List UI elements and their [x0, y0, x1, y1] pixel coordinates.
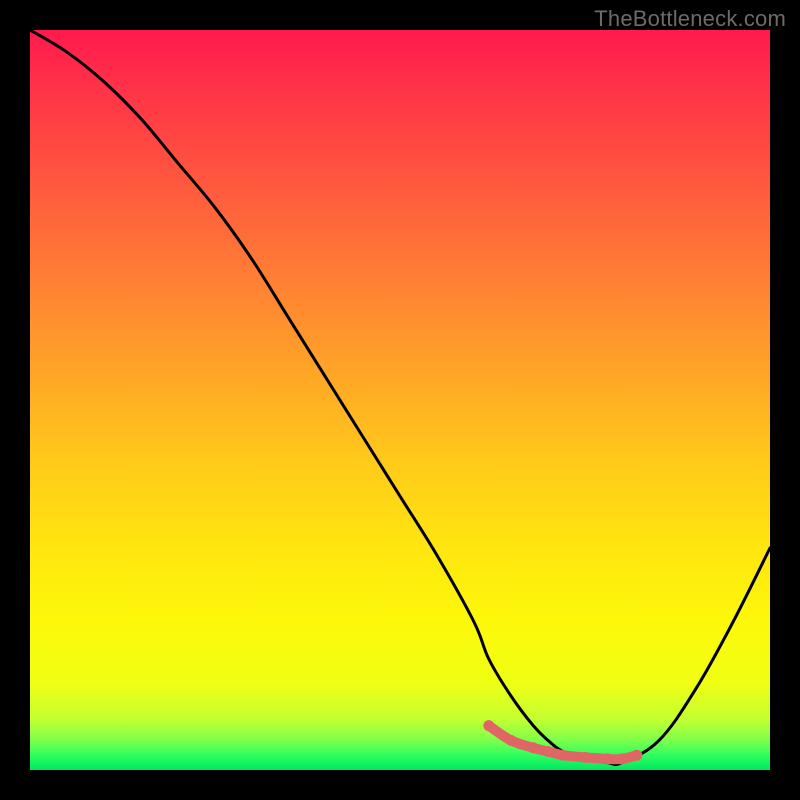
optimal-band-dot [528, 742, 539, 753]
bottleneck-curve [30, 30, 770, 765]
optimal-band-dots [483, 720, 642, 764]
chart-canvas [30, 30, 770, 770]
optimal-band-dot [483, 720, 494, 731]
chart-svg [30, 30, 770, 770]
optimal-band-dot [506, 735, 517, 746]
optimal-band-dot [543, 746, 554, 757]
optimal-band-dot [631, 750, 642, 761]
optimal-band-dot [617, 753, 628, 764]
optimal-band-dot [580, 752, 591, 763]
optimal-band-dot [602, 753, 613, 764]
watermark-text: TheBottleneck.com [594, 6, 786, 32]
optimal-band-dot [557, 750, 568, 761]
